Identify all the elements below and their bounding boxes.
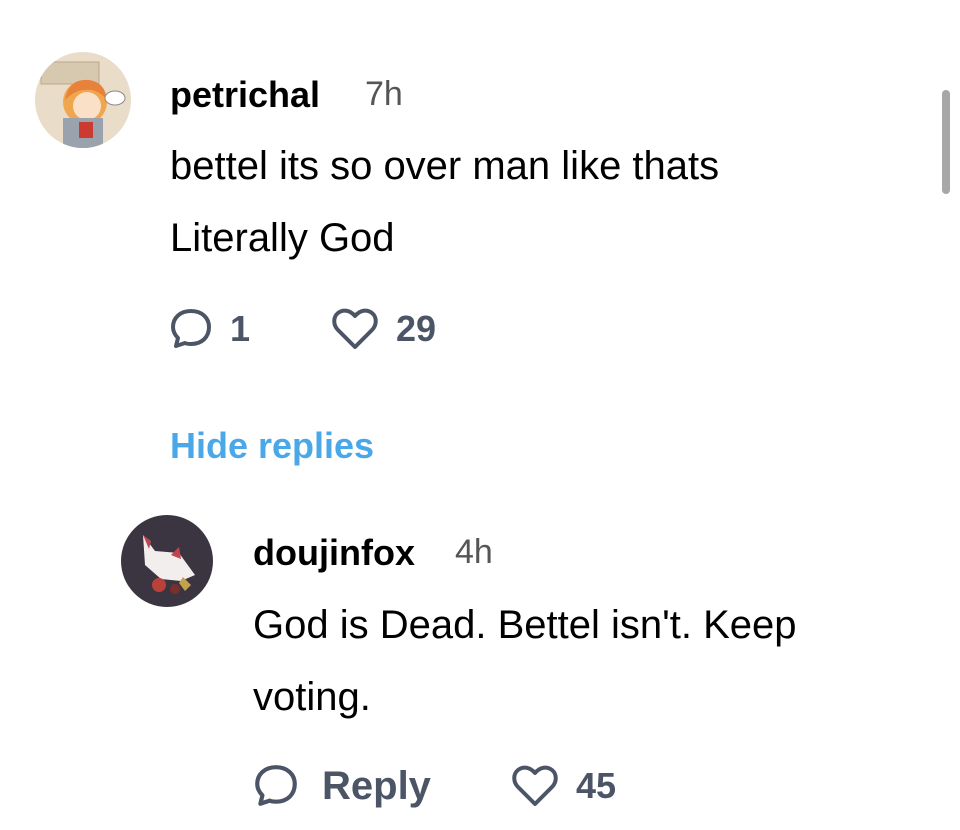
reply-button[interactable]: Reply xyxy=(252,762,431,810)
scrollbar[interactable] xyxy=(942,90,950,194)
reply-body-line-2: voting. xyxy=(253,675,371,719)
reply-count: 1 xyxy=(230,308,251,349)
comment-reply-count-button[interactable]: 1 xyxy=(168,306,250,352)
comment-timestamp: 7h xyxy=(365,75,403,113)
heart-icon xyxy=(510,763,560,809)
comment-username[interactable]: petrichal xyxy=(170,74,320,116)
reply-like-button[interactable]: 45 xyxy=(510,763,616,809)
hide-replies-link[interactable]: Hide replies xyxy=(170,425,374,467)
reply-button-label: Reply xyxy=(322,763,431,808)
speech-bubble-icon xyxy=(168,306,214,352)
avatar[interactable] xyxy=(35,52,131,148)
like-count: 29 xyxy=(396,308,437,349)
heart-icon xyxy=(330,306,380,352)
reply-body-line-1: God is Dead. Bettel isn't. Keep xyxy=(253,603,797,647)
speech-bubble-icon xyxy=(252,762,300,810)
reply-timestamp: 4h xyxy=(455,533,493,571)
comment-body-line-1: bettel its so over man like thats xyxy=(170,144,720,188)
avatar[interactable] xyxy=(121,515,213,607)
comment-body-line-2: Literally God xyxy=(170,216,395,260)
like-count: 45 xyxy=(576,765,617,806)
comment-like-button[interactable]: 29 xyxy=(330,306,436,352)
reply-username[interactable]: doujinfox xyxy=(253,532,415,574)
